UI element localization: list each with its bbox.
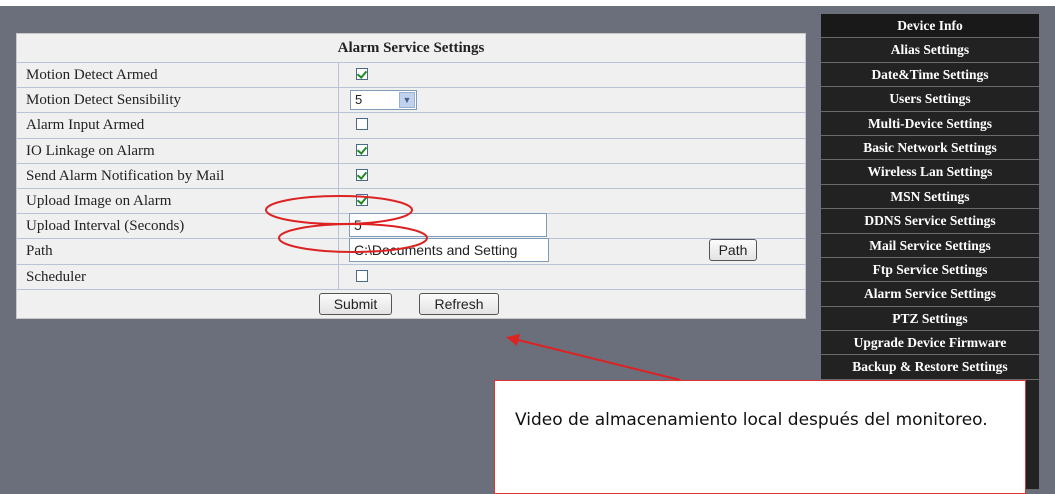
row-label: Motion Detect Sensibility (17, 88, 339, 113)
menu-item-device-info[interactable]: Device Info (821, 14, 1039, 39)
row-label: Path (17, 239, 339, 264)
menu-item-wireless-lan-settings[interactable]: Wireless Lan Settings (821, 160, 1039, 185)
row-label: Upload Image on Alarm (17, 188, 339, 214)
annotation-note: Video de almacenamiento local después de… (494, 380, 1026, 494)
row-label: Alarm Input Armed (17, 113, 339, 138)
settings-row-io-linkage: IO Linkage on Alarm (17, 138, 805, 164)
menu-item-ftp-service-settings[interactable]: Ftp Service Settings (821, 257, 1039, 283)
motion-detect-armed-checkbox[interactable] (356, 68, 368, 80)
menu-item-ddns-service-settings[interactable]: DDNS Service Settings (821, 209, 1039, 234)
path-input[interactable]: C:\Documents and Setting (349, 238, 549, 263)
menu-item-datetime-settings[interactable]: Date&Time Settings (821, 62, 1039, 88)
sensibility-select[interactable]: 5 ▼ (350, 90, 417, 111)
scheduler-checkbox[interactable] (356, 269, 368, 282)
io-linkage-checkbox[interactable] (356, 143, 368, 156)
panel-title: Alarm Service Settings (17, 34, 805, 63)
action-row: Submit Refresh (17, 290, 805, 318)
menu-item-backup-restore[interactable]: Backup & Restore Settings (821, 355, 1039, 380)
settings-row-scheduler: Scheduler (17, 264, 805, 290)
menu-item-alarm-service-settings[interactable]: Alarm Service Settings (821, 282, 1039, 307)
settings-row-alarm-input-armed: Alarm Input Armed (17, 113, 805, 139)
alarm-input-armed-checkbox[interactable] (356, 118, 368, 131)
settings-row-upload-interval: Upload Interval (Seconds) 5 (17, 213, 805, 240)
row-label: IO Linkage on Alarm (17, 138, 339, 163)
upload-interval-input[interactable]: 5 (349, 213, 547, 238)
upload-image-checkbox[interactable] (356, 193, 368, 206)
settings-row-path: Path C:\Documents and Setting Path (17, 238, 805, 265)
row-label: Motion Detect Armed (17, 63, 339, 88)
path-button[interactable]: Path (709, 239, 757, 262)
select-value: 5 (355, 92, 363, 108)
menu-item-basic-network-settings[interactable]: Basic Network Settings (821, 135, 1039, 161)
menu-item-mail-service-settings[interactable]: Mail Service Settings (821, 233, 1039, 258)
row-label: Upload Interval (Seconds) (17, 214, 339, 239)
row-label: Scheduler (17, 264, 339, 289)
chevron-down-icon[interactable]: ▼ (399, 92, 415, 109)
send-mail-checkbox[interactable] (356, 168, 368, 181)
row-label: Send Alarm Notification by Mail (17, 163, 339, 188)
menu-item-upgrade-firmware[interactable]: Upgrade Device Firmware (821, 331, 1039, 356)
settings-row-upload-image: Upload Image on Alarm (17, 188, 805, 215)
submit-button[interactable]: Submit (319, 292, 392, 315)
menu-item-users-settings[interactable]: Users Settings (821, 87, 1039, 112)
settings-row-motion-sensibility: Motion Detect Sensibility 5 ▼ (17, 88, 805, 114)
menu-item-alias-settings[interactable]: Alias Settings (821, 38, 1039, 63)
menu-item-ptz-settings[interactable]: PTZ Settings (821, 306, 1039, 332)
menu-item-msn-settings[interactable]: MSN Settings (821, 184, 1039, 210)
menu-item-multi-device-settings[interactable]: Multi-Device Settings (821, 111, 1039, 136)
alarm-settings-panel: Alarm Service Settings Motion Detect Arm… (16, 33, 806, 319)
settings-row-send-mail: Send Alarm Notification by Mail (17, 163, 805, 189)
settings-row-motion-detect-armed: Motion Detect Armed (17, 63, 805, 89)
refresh-button[interactable]: Refresh (419, 292, 499, 315)
